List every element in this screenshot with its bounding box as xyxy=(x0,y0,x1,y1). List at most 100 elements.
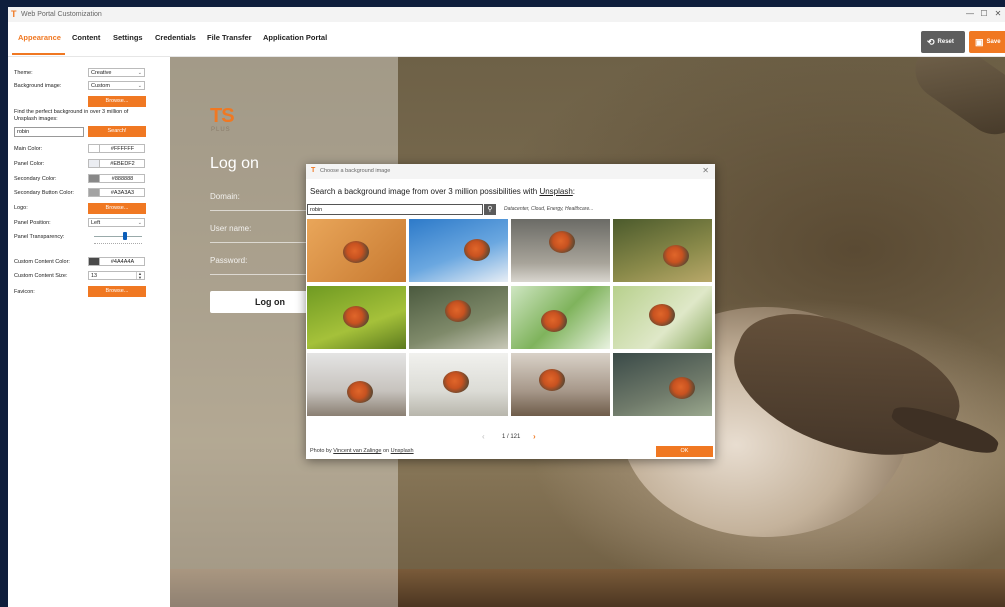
login-title: Log on xyxy=(210,155,259,172)
panel-color-label: Panel Color: xyxy=(14,161,45,167)
panel-transparency-label: Panel Transparency: xyxy=(14,234,65,240)
ok-button[interactable]: OK xyxy=(656,446,713,457)
logo-browse-button[interactable]: Browse... xyxy=(88,203,146,214)
background-search-button[interactable]: Search! xyxy=(88,126,146,137)
reset-icon: ⟲ xyxy=(927,36,935,47)
panel-color-swatch xyxy=(89,160,100,167)
tab-content[interactable]: Content xyxy=(72,33,100,42)
save-label: Save xyxy=(986,39,1001,45)
secondary-color-swatch xyxy=(89,175,100,182)
custom-content-color-label: Custom Content Color: xyxy=(14,259,70,265)
image-thumbnail[interactable] xyxy=(613,219,712,282)
panel-position-select[interactable]: Left ⌄ xyxy=(88,218,145,227)
secondary-button-color-value: #A3A3A3 xyxy=(110,190,135,196)
credit-middle: on xyxy=(381,448,391,454)
tab-application-portal[interactable]: Application Portal xyxy=(263,33,327,42)
chevron-down-icon: ⌄ xyxy=(137,70,142,76)
tab-settings[interactable]: Settings xyxy=(113,33,143,42)
chevron-down-icon: ⌄ xyxy=(137,83,142,89)
image-thumbnail[interactable] xyxy=(511,219,610,282)
background-search-input[interactable]: robin xyxy=(14,127,84,137)
background-value: Custom xyxy=(91,83,110,89)
image-thumbnail[interactable] xyxy=(511,286,610,349)
stepper-arrows-icon[interactable]: ▲ ▼ xyxy=(136,272,143,280)
logo-label: Logo: xyxy=(14,205,28,211)
tsplus-logo: TS xyxy=(210,105,235,127)
secondary-button-color-swatch xyxy=(89,189,100,196)
image-thumbnail[interactable] xyxy=(409,219,508,282)
settings-panel: Theme: Creative ⌄ Background image: Cust… xyxy=(8,57,169,607)
panel-transparency-ticks xyxy=(94,243,142,245)
image-thumbnail[interactable] xyxy=(307,353,406,416)
dialog-search-input[interactable]: robin xyxy=(307,204,483,215)
panel-transparency-track[interactable] xyxy=(94,236,142,237)
find-background-text: Find the perfect background in over 3 mi… xyxy=(14,109,129,122)
favicon-browse-button[interactable]: Browse... xyxy=(88,286,146,297)
image-thumbnail[interactable] xyxy=(409,353,508,416)
pagination: ‹ 1 / 121 › xyxy=(306,432,715,444)
tab-appearance[interactable]: Appearance xyxy=(18,33,61,42)
image-thumbnail[interactable] xyxy=(307,286,406,349)
custom-content-color-field[interactable]: #4A4A4A xyxy=(88,257,145,266)
title-bar: T Web Portal Customization — ☐ ✕ xyxy=(8,7,1005,22)
photo-credit: Photo by Vincent van Zalinge on Unsplash xyxy=(310,448,414,454)
credit-prefix: Photo by xyxy=(310,448,334,454)
main-color-field[interactable]: #FFFFFF xyxy=(88,144,145,153)
custom-content-size-label: Custom Content Size: xyxy=(14,273,68,279)
image-thumbnail[interactable] xyxy=(613,286,712,349)
secondary-color-value: #888888 xyxy=(111,176,134,182)
save-button[interactable]: ▣ Save xyxy=(969,31,1005,53)
theme-select[interactable]: Creative ⌄ xyxy=(88,68,145,77)
unsplash-link[interactable]: Unsplash xyxy=(539,187,572,196)
close-icon[interactable]: ✕ xyxy=(991,9,1005,18)
image-thumbnail[interactable] xyxy=(613,353,712,416)
previous-page-icon[interactable]: ‹ xyxy=(482,432,485,441)
background-label: Background image: xyxy=(14,83,62,89)
chevron-down-icon: ⌄ xyxy=(137,220,142,226)
tsplus-logo-sub: PLUS xyxy=(211,127,231,133)
image-thumbnail[interactable] xyxy=(511,353,610,416)
secondary-color-field[interactable]: #888888 xyxy=(88,174,145,183)
search-hint: Datacenter, Cloud, Energy, Healthcare... xyxy=(504,206,594,212)
panel-color-value: #EBEDF2 xyxy=(110,161,135,167)
custom-content-color-value: #4A4A4A xyxy=(110,259,135,265)
next-page-icon[interactable]: › xyxy=(533,432,536,441)
app-logo-icon: T xyxy=(11,9,17,19)
custom-content-color-swatch xyxy=(89,258,100,265)
main-color-swatch xyxy=(89,145,100,152)
background-select[interactable]: Custom ⌄ xyxy=(88,81,145,90)
theme-value: Creative xyxy=(91,70,112,76)
save-icon: ▣ xyxy=(975,36,984,47)
main-color-label: Main Color: xyxy=(14,146,43,152)
dialog-app-icon: T xyxy=(311,167,316,174)
secondary-button-color-label: Secondary Button Color: xyxy=(14,190,74,196)
image-thumbnail[interactable] xyxy=(307,219,406,282)
dialog-heading: Search a background image from over 3 mi… xyxy=(310,187,575,196)
favicon-label: Favicon: xyxy=(14,289,35,295)
reset-button[interactable]: ⟲ Reset xyxy=(921,31,965,53)
dialog-heading-text: Search a background image from over 3 mi… xyxy=(310,187,540,196)
menu-bar: Appearance Content Settings Credentials … xyxy=(8,22,1005,57)
panel-color-field[interactable]: #EBEDF2 xyxy=(88,159,145,168)
dialog-title: Choose a background image xyxy=(320,168,391,174)
window-title: Web Portal Customization xyxy=(21,11,102,18)
minimize-icon[interactable]: — xyxy=(963,9,977,18)
secondary-color-label: Secondary Color: xyxy=(14,176,57,182)
search-icon[interactable]: ⚲ xyxy=(484,204,496,215)
panel-transparency-slider[interactable] xyxy=(123,232,128,240)
page-indicator: 1 / 121 xyxy=(502,434,521,440)
maximize-icon[interactable]: ☐ xyxy=(977,9,991,18)
tab-credentials[interactable]: Credentials xyxy=(155,33,196,42)
credit-site-link[interactable]: Unsplash xyxy=(391,448,414,454)
main-color-value: #FFFFFF xyxy=(110,146,135,152)
custom-content-size-stepper[interactable]: 13 ▲ ▼ xyxy=(88,271,145,280)
secondary-button-color-field[interactable]: #A3A3A3 xyxy=(88,188,145,197)
image-thumbnail[interactable] xyxy=(409,286,508,349)
credit-author-link[interactable]: Vincent van Zalinge xyxy=(333,448,381,454)
tab-file-transfer[interactable]: File Transfer xyxy=(207,33,252,42)
dialog-heading-suffix: : xyxy=(572,187,576,196)
dialog-close-icon[interactable]: ✕ xyxy=(702,166,709,175)
reset-label: Reset xyxy=(937,39,954,45)
panel-position-label: Panel Position: xyxy=(14,220,51,226)
background-browse-button[interactable]: Browse... xyxy=(88,96,146,107)
